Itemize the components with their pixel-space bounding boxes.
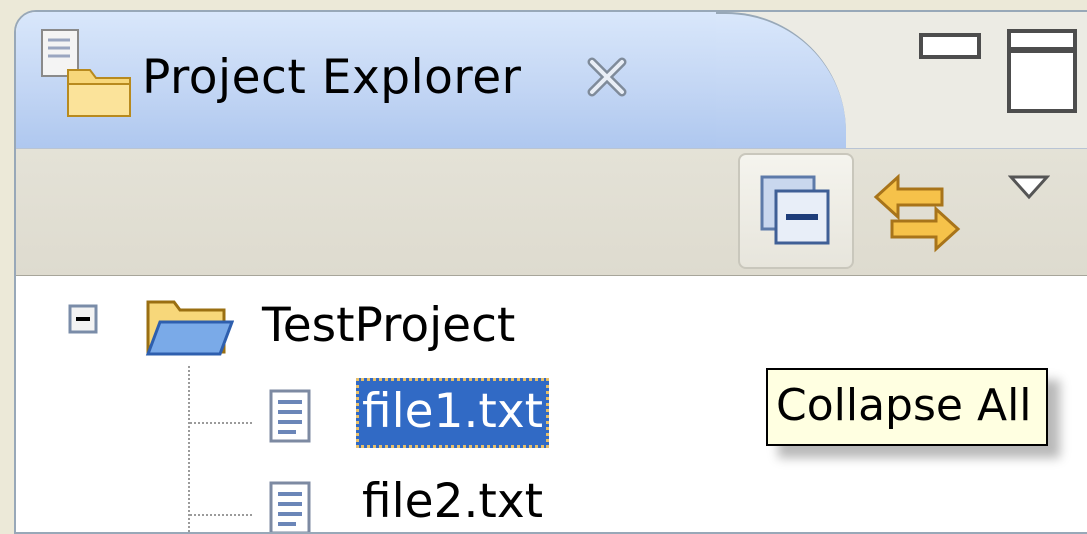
tree-item-file[interactable]: file2.txt [362, 474, 543, 530]
tooltip: Collapse All [766, 368, 1048, 446]
project-explorer-icon [41, 29, 131, 117]
text-file-icon [269, 481, 311, 532]
view-title: Project Explorer [142, 50, 522, 105]
project-explorer-view: Project Explorer TestProject file1.txt f… [14, 10, 1087, 534]
maximize-icon[interactable] [1006, 28, 1078, 114]
open-folder-icon [145, 300, 234, 356]
view-tab-strip: Project Explorer [16, 12, 1087, 152]
close-icon[interactable] [584, 54, 630, 100]
link-with-editor-icon[interactable] [872, 169, 962, 257]
tree-item-file[interactable]: file1.txt [356, 378, 550, 448]
collapse-toggle-icon[interactable] [68, 304, 98, 334]
tab-project-explorer[interactable]: Project Explorer [16, 12, 716, 150]
tree-connector [190, 514, 252, 516]
view-toolbar [16, 148, 1087, 277]
collapse-all-button[interactable] [738, 153, 854, 269]
text-file-icon [269, 389, 311, 443]
tree-connector [190, 422, 252, 424]
view-menu-icon[interactable] [1008, 173, 1050, 201]
tree-item-project[interactable]: TestProject [262, 298, 515, 354]
collapse-all-icon [760, 175, 830, 245]
minimize-icon[interactable] [918, 32, 982, 66]
